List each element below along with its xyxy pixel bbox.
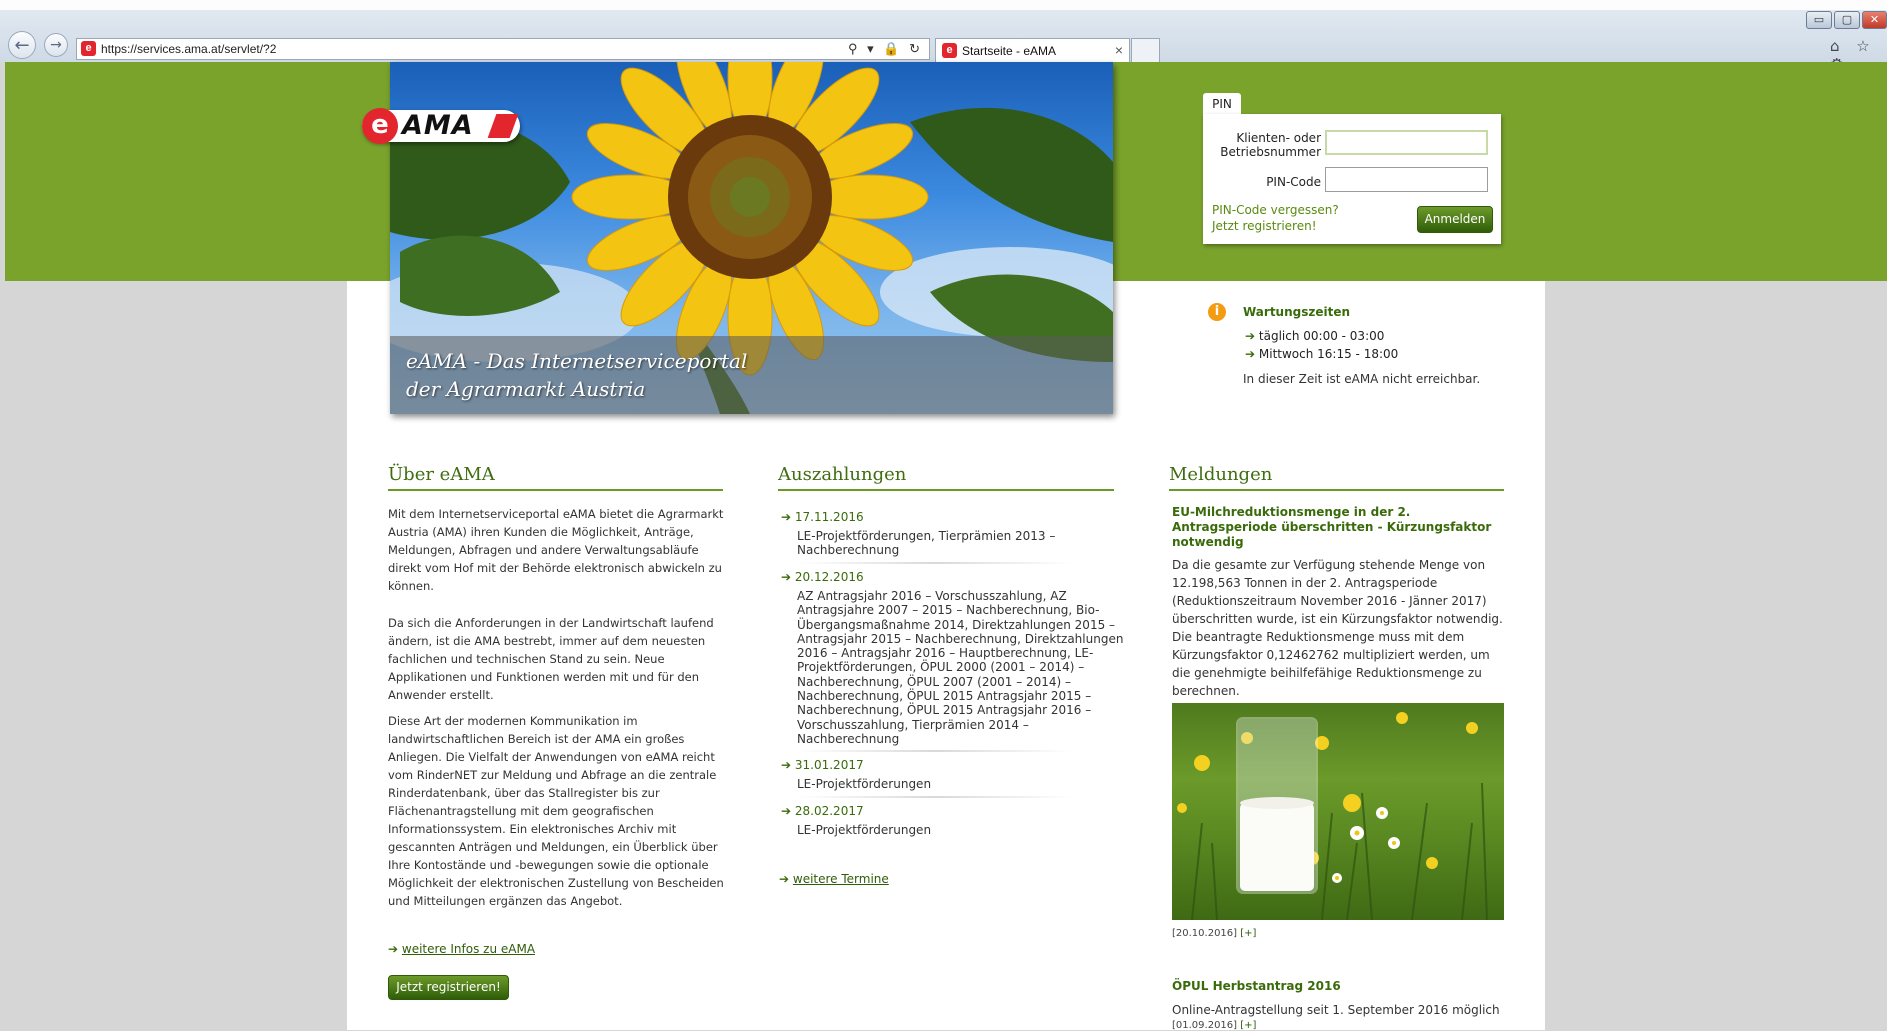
tab-favicon-icon: e	[942, 43, 957, 58]
news-expand-link[interactable]: [+]	[1240, 928, 1256, 939]
payment-divider	[797, 750, 1074, 752]
arrow-right-icon: ➔	[1245, 329, 1256, 343]
forward-arrow-icon: →	[50, 37, 62, 53]
news-heading: Meldungen	[1169, 463, 1504, 491]
more-dates-link[interactable]: weitere Termine	[793, 872, 889, 886]
client-label-line2: Betriebsnummer	[1220, 145, 1321, 159]
payment-date-row[interactable]: ➔ 17.11.2016	[781, 510, 864, 524]
payment-date-row[interactable]: ➔ 28.02.2017	[781, 804, 864, 818]
about-paragraph: Mit dem Internetserviceportal eAMA biete…	[388, 507, 724, 593]
window-minimize-button[interactable]: ▭	[1806, 11, 1832, 29]
payment-divider	[797, 796, 1074, 798]
news-text: Online-Antragstellung seit 1. September …	[1172, 1003, 1500, 1017]
tab-startseite[interactable]: e Startseite - eAMA ×	[935, 38, 1130, 62]
logo-text: AMA	[402, 110, 474, 141]
maintenance-time: Mittwoch 16:15 - 18:00	[1258, 347, 1399, 361]
login-tab-pin[interactable]: PIN	[1203, 93, 1241, 115]
maintenance-time: täglich 00:00 - 03:00	[1258, 329, 1385, 343]
pin-code-input[interactable]	[1325, 167, 1488, 192]
payment-description: AZ Antragsjahr 2016 – Vorschusszahlung, …	[797, 589, 1124, 746]
arrow-right-icon: ➔	[1245, 347, 1256, 361]
site-favicon-icon: e	[81, 41, 96, 56]
more-info-link-row: ➔ weitere Infos zu eAMA	[388, 942, 535, 956]
client-label-line1: Klienten- oder	[1236, 131, 1321, 145]
news-title[interactable]: EU-Milchreduktionsmenge in der 2. Antrag…	[1172, 505, 1497, 550]
tab-close-icon[interactable]: ×	[1115, 39, 1123, 61]
arrow-right-icon: ➔	[781, 758, 792, 772]
client-number-label: Klienten- oder Betriebsnummer	[1203, 131, 1321, 159]
arrow-right-icon: ➔	[781, 570, 792, 584]
news-date-row: [01.09.2016] [+]	[1172, 1020, 1256, 1031]
forward-button[interactable]: →	[44, 33, 68, 57]
arrow-right-icon: ➔	[781, 510, 792, 524]
more-info-link[interactable]: weitere Infos zu eAMA	[402, 942, 535, 956]
logo-slash-mark	[487, 114, 519, 138]
news-expand-link[interactable]: [+]	[1240, 1020, 1256, 1031]
back-button[interactable]: ←	[8, 31, 36, 59]
maintenance-title: Wartungszeiten	[1243, 305, 1351, 319]
title-strip	[0, 0, 1887, 10]
payment-date-row[interactable]: ➔ 20.12.2016	[781, 570, 864, 584]
eama-logo[interactable]: e AMA	[362, 108, 520, 144]
maintenance-note: In dieser Zeit ist eAMA nicht erreichbar…	[1243, 372, 1481, 386]
pin-code-label: PIN-Code	[1266, 175, 1321, 189]
new-tab-button[interactable]	[1131, 38, 1160, 62]
milk-glass-illustration	[1177, 712, 1488, 920]
about-paragraph: Da sich die Anforderungen in der Landwir…	[388, 616, 714, 702]
payment-date[interactable]: 17.11.2016	[795, 510, 864, 524]
login-button[interactable]: Anmelden	[1417, 206, 1493, 233]
hero-caption: eAMA - Das Internetserviceportal der Agr…	[406, 347, 926, 403]
payment-date-row[interactable]: ➔ 31.01.2017	[781, 758, 864, 772]
maintenance-line: ➔ Mittwoch 16:15 - 18:00	[1245, 347, 1398, 361]
payment-description: LE-Projektförderungen	[797, 823, 932, 837]
logo-e-icon: e	[362, 108, 398, 144]
milk-glass-image	[1172, 703, 1504, 920]
payment-date[interactable]: 31.01.2017	[795, 758, 864, 772]
client-number-input[interactable]	[1325, 130, 1488, 155]
login-form: Klienten- oder Betriebsnummer PIN-Code P…	[1203, 114, 1501, 244]
about-paragraph: Diese Art der modernen Kommunikation im …	[388, 714, 724, 908]
more-dates-link-row: ➔ weitere Termine	[779, 872, 889, 886]
hero-caption-line1: eAMA - Das Internetserviceportal	[406, 349, 748, 373]
arrow-right-icon: ➔	[388, 942, 399, 956]
forgot-pin-link[interactable]: PIN-Code vergessen?	[1212, 202, 1339, 218]
news-title[interactable]: ÖPUL Herbstantrag 2016	[1172, 979, 1497, 994]
payment-description: LE-Projektförderungen, Tierprämien 2013 …	[797, 529, 1056, 558]
info-icon: i	[1208, 303, 1226, 321]
payments-heading: Auszahlungen	[778, 463, 1114, 491]
maintenance-line: ➔ täglich 00:00 - 03:00	[1245, 329, 1384, 343]
address-search-lock-refresh-icons[interactable]: ⚲ ▾ 🔒 ↻	[848, 39, 923, 59]
news-date: [01.09.2016]	[1172, 1020, 1238, 1031]
news-date-row: [20.10.2016] [+]	[1172, 928, 1256, 939]
about-heading: Über eAMA	[388, 463, 723, 491]
address-bar[interactable]: e https://services.ama.at/servlet/?2 ⚲ ▾…	[76, 38, 930, 60]
news-date: [20.10.2016]	[1172, 928, 1238, 939]
payment-date[interactable]: 28.02.2017	[795, 804, 864, 818]
browser-chrome: ← → e https://services.ama.at/servlet/?2…	[0, 0, 1887, 73]
payment-date[interactable]: 20.12.2016	[795, 570, 864, 584]
register-button[interactable]: Jetzt registrieren!	[388, 975, 509, 1000]
window-maximize-button[interactable]: ▢	[1834, 11, 1860, 29]
payment-divider	[797, 562, 1074, 564]
hero-caption-line2: der Agrarmarkt Austria	[406, 377, 646, 401]
url-text[interactable]: https://services.ama.at/servlet/?2	[101, 39, 276, 59]
payment-description: LE-Projektförderungen	[797, 777, 932, 791]
window-close-button[interactable]: ✕	[1862, 11, 1887, 29]
register-link[interactable]: Jetzt registrieren!	[1212, 218, 1317, 234]
tab-title: Startseite - eAMA	[962, 44, 1057, 58]
arrow-right-icon: ➔	[779, 872, 790, 886]
arrow-right-icon: ➔	[781, 804, 792, 818]
news-text: Da die gesamte zur Verfügung stehende Me…	[1172, 558, 1503, 698]
back-arrow-icon: ←	[14, 35, 30, 56]
